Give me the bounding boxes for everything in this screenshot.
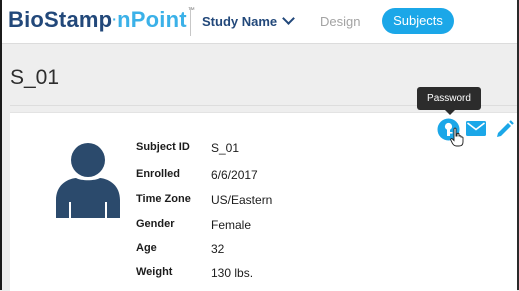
study-name-label: Study Name [202,14,278,29]
enrolled-value: 6/6/2017 [211,168,258,182]
password-tooltip: Password [417,87,481,115]
logo-trademark: ™ [187,7,195,14]
page-title: S_01 [10,66,60,89]
logo-text-part2: nPoint [117,7,187,32]
chevron-down-icon [282,12,296,25]
weight-label: Weight [136,266,173,278]
time-zone-label: Time Zone [136,193,191,205]
age-label: Age [136,242,157,254]
edit-button[interactable] [495,119,515,139]
subject-id-value: S_01 [211,141,240,155]
tab-subjects[interactable]: Subjects [382,8,454,34]
gender-value: Female [211,218,252,232]
age-value: 32 [211,242,225,256]
user-silhouette-icon [56,143,120,218]
hand-cursor-icon [450,127,464,147]
subject-id-label: Subject ID [136,141,190,153]
email-button[interactable] [466,121,486,136]
avatar [56,143,120,218]
weight-value: 130 lbs. [211,266,254,280]
app-logo[interactable]: BioStamp·nPoint™ [8,7,195,33]
time-zone-value: US/Eastern [211,193,273,207]
gender-label: Gender [136,218,175,230]
study-name-dropdown[interactable]: Study Name [202,12,296,29]
enrolled-label: Enrolled [136,168,181,180]
nav-divider [190,8,191,36]
logo-dot-icon: · [112,11,118,27]
logo-text-part1: BioStamp [8,7,113,32]
top-navbar: BioStamp·nPoint™ Study Name Design Subje… [2,0,517,44]
pencil-icon [497,120,514,137]
tab-design[interactable]: Design [320,14,360,29]
envelope-icon [466,121,486,136]
